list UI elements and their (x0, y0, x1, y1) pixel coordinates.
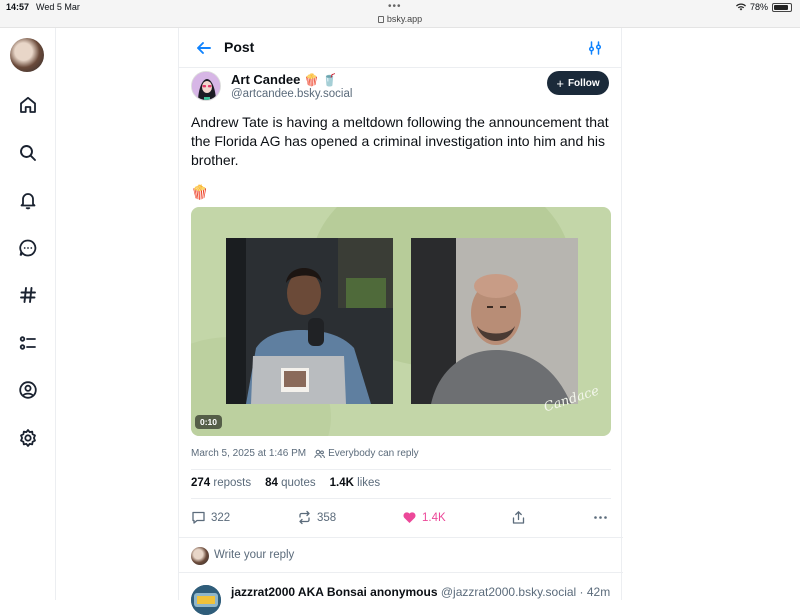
video-player[interactable]: Candace 0:10 (191, 207, 611, 436)
profile-icon[interactable] (18, 380, 38, 400)
likes-stat[interactable]: 1.4K likes (330, 477, 381, 489)
status-time: 14:57 (6, 2, 30, 12)
divider (191, 498, 611, 499)
list-icon[interactable] (18, 333, 38, 353)
share-icon (512, 511, 525, 524)
page-header: Post (179, 28, 621, 68)
like-button[interactable]: 1.4K (402, 510, 446, 525)
repost-icon (299, 510, 310, 525)
hashtag-icon[interactable] (18, 285, 38, 305)
reply-count: 322 (211, 511, 231, 524)
reply-post[interactable]: jazzrat2000 AKA Bonsai anonymous @jazzra… (179, 576, 623, 615)
repost-count: 358 (317, 511, 337, 524)
status-bar: 14:57 Wed 5 Mar ••• bsky.app 78% (0, 0, 800, 28)
author-emoji: 🍿 🥤 (303, 73, 338, 87)
settings-icon[interactable] (18, 428, 38, 448)
reply-composer[interactable]: Write your reply (179, 537, 623, 573)
post-stats: 274 reposts 84 quotes 1.4K likes (191, 477, 380, 489)
status-indicators: 78% (735, 2, 792, 12)
home-icon[interactable] (18, 95, 38, 115)
left-sidebar (0, 28, 56, 600)
bell-icon[interactable] (18, 190, 38, 210)
my-small-avatar (191, 547, 209, 565)
author-name-text[interactable]: Art Candee (231, 72, 300, 87)
status-date: Wed 5 Mar (36, 2, 80, 12)
battery-percent: 78% (749, 2, 768, 12)
tab-dots-icon[interactable]: ••• (388, 1, 402, 12)
reply-author-avatar[interactable] (191, 585, 221, 615)
main-column: Post Art Candee 🍿 🥤 @artcandee.bsky.soci… (178, 28, 623, 615)
reply-author-handle[interactable]: @jazzrat2000.bsky.social · 42m (441, 585, 610, 599)
quotes-stat[interactable]: 84 quotes (265, 477, 316, 489)
video-frame-right (411, 238, 578, 404)
my-avatar[interactable] (10, 38, 44, 72)
heart-filled-icon (403, 512, 416, 523)
plus-icon: + (556, 75, 564, 91)
follow-label: Follow (567, 77, 600, 89)
reply-author[interactable]: jazzrat2000 AKA Bonsai anonymous @jazzra… (231, 585, 610, 599)
divider (191, 469, 611, 470)
author-avatar[interactable] (191, 71, 221, 101)
back-arrow-icon[interactable] (195, 39, 213, 57)
page-title: Post (224, 39, 255, 55)
reply-author-name[interactable]: jazzrat2000 AKA Bonsai anonymous (231, 585, 438, 599)
wifi-icon (735, 3, 746, 11)
like-count: 1.4K (422, 511, 446, 524)
reposts-stat[interactable]: 274 reposts (191, 477, 251, 489)
lock-icon (377, 16, 384, 23)
video-frame-left (226, 238, 393, 404)
url-bar[interactable]: bsky.app (0, 14, 800, 24)
ellipsis-icon (594, 516, 607, 519)
battery-icon (772, 2, 792, 12)
people-icon (314, 449, 325, 458)
post-timestamp[interactable]: March 5, 2025 at 1:46 PM (191, 448, 306, 459)
url-text: bsky.app (386, 14, 423, 24)
reply-permission: Everybody can reply (314, 448, 419, 459)
author-handle[interactable]: @artcandee.bsky.social (231, 88, 352, 100)
post-actions: 322 358 1.4K (191, 503, 611, 533)
video-duration: 0:10 (195, 415, 223, 429)
reply-permission-text: Everybody can reply (328, 448, 419, 459)
post-meta: March 5, 2025 at 1:46 PM Everybody can r… (191, 448, 419, 459)
thread-settings-icon[interactable] (587, 40, 603, 56)
author-name[interactable]: Art Candee 🍿 🥤 (231, 72, 337, 87)
more-options-button[interactable] (593, 510, 608, 525)
follow-button[interactable]: + Follow (547, 71, 609, 95)
share-button[interactable] (511, 510, 526, 525)
post-text: Andrew Tate is having a meltdown followi… (191, 114, 609, 168)
reply-icon (192, 511, 205, 524)
post-emoji-line: 🍿 (191, 184, 209, 200)
search-icon[interactable] (18, 143, 38, 163)
reply-button[interactable]: 322 (191, 510, 230, 525)
repost-button[interactable]: 358 (297, 510, 336, 525)
reply-prompt[interactable]: Write your reply (214, 549, 294, 561)
chat-icon[interactable] (18, 238, 38, 258)
